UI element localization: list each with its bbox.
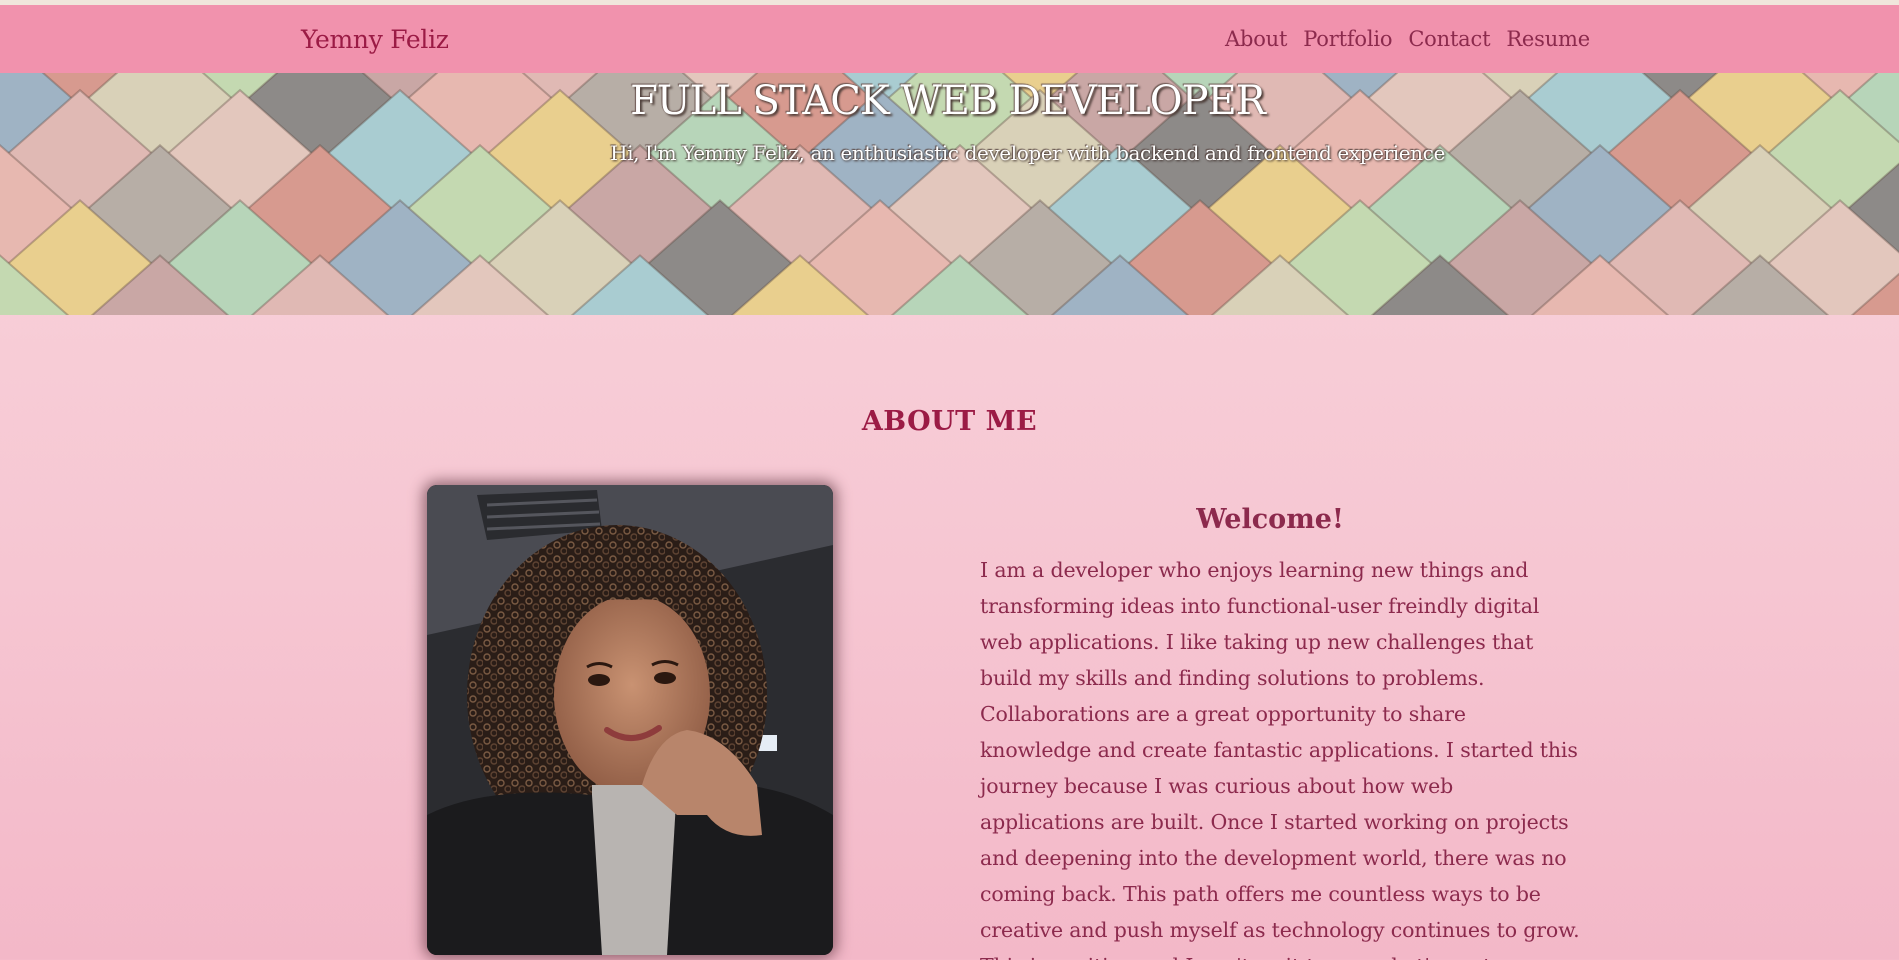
hero-title: FULL STACK WEB DEVELOPER xyxy=(630,78,1266,124)
nav-link-resume[interactable]: Resume xyxy=(1506,27,1590,51)
profile-photo xyxy=(427,485,833,955)
about-heading: ABOUT ME xyxy=(861,406,1038,438)
hero-banner: FULL STACK WEB DEVELOPER Hi, I'm Yemny F… xyxy=(0,73,1899,315)
nav-link-portfolio[interactable]: Portfolio xyxy=(1303,27,1392,51)
nav-link-contact[interactable]: Contact xyxy=(1408,27,1490,51)
brand-link[interactable]: Yemny Feliz xyxy=(301,25,449,54)
welcome-heading: Welcome! xyxy=(1196,504,1344,535)
navbar: Yemny Feliz About Portfolio Contact Resu… xyxy=(0,5,1899,73)
nav-link-about[interactable]: About xyxy=(1225,27,1287,51)
nav-links: About Portfolio Contact Resume xyxy=(1225,27,1590,51)
about-bio: I am a developer who enjoys learning new… xyxy=(980,558,1580,960)
hero-subtitle: Hi, I'm Yemny Feliz, an enthusiastic dev… xyxy=(610,141,1445,165)
